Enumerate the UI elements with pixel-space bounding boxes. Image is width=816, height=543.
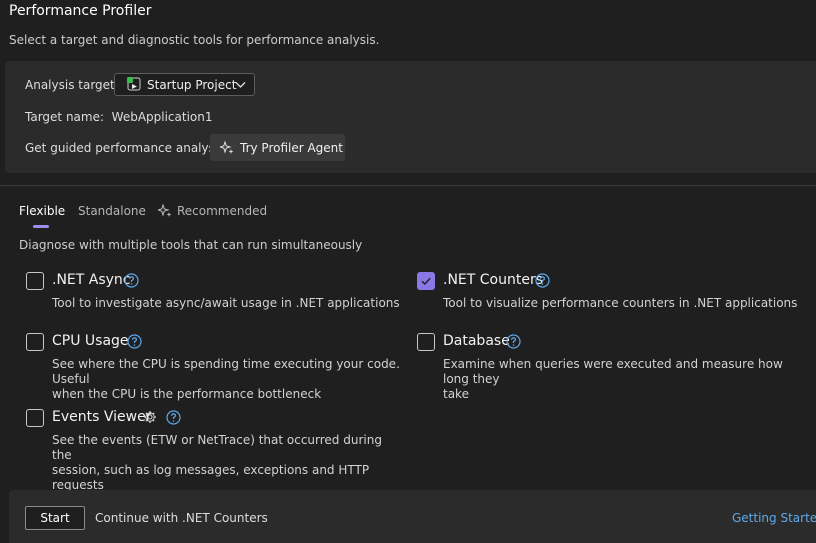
continue-text: Continue with .NET Counters: [95, 511, 268, 525]
tab-active-indicator: [33, 225, 49, 228]
startup-project-icon: [127, 76, 141, 90]
start-button[interactable]: Start: [25, 506, 85, 530]
checkmark-icon: [421, 277, 431, 286]
sparkle-icon: [158, 204, 172, 217]
net-counters-title: .NET Counters: [443, 272, 544, 288]
help-icon[interactable]: [124, 273, 139, 288]
help-icon[interactable]: [535, 273, 550, 288]
description-line: session, such as log messages, exception…: [52, 463, 370, 492]
description-line: Tool to investigate async/await usage in…: [52, 296, 400, 310]
description-line: when the CPU is the performance bottlene…: [52, 387, 322, 401]
database-title: Database: [443, 333, 510, 349]
getting-started-link[interactable]: Getting Started: [732, 511, 816, 525]
description-line: See the events (ETW or NetTrace) that oc…: [52, 433, 382, 462]
tab-recommended-label: Recommended: [177, 204, 268, 218]
sparkle-icon: [220, 140, 234, 154]
help-icon[interactable]: [127, 334, 142, 349]
events-viewer-title: Events Viewer: [52, 409, 152, 425]
analysis-target-dropdown[interactable]: Startup Project: [114, 73, 255, 96]
help-icon[interactable]: [166, 410, 181, 425]
target-name-row: Target name: WebApplication1: [25, 110, 213, 124]
page-subtitle: Select a target and diagnostic tools for…: [9, 33, 380, 47]
description-line: See where the CPU is spending time execu…: [52, 357, 400, 386]
tab-standalone[interactable]: Standalone: [78, 204, 146, 218]
description-line: Examine when queries were executed and m…: [443, 357, 783, 386]
events-viewer-description: See the events (ETW or NetTrace) that oc…: [52, 433, 404, 493]
cpu-usage-description: See where the CPU is spending time execu…: [52, 357, 404, 402]
database-description: Examine when queries were executed and m…: [443, 357, 808, 402]
page-title: Performance Profiler: [9, 3, 152, 19]
cpu-usage-checkbox[interactable]: [26, 333, 44, 351]
guided-analysis-label: Get guided performance analysis:: [25, 141, 229, 155]
net-counters-checkbox[interactable]: [417, 272, 435, 290]
database-checkbox[interactable]: [417, 333, 435, 351]
net-async-title: .NET Async: [52, 272, 131, 288]
target-name-value: WebApplication1: [111, 110, 213, 124]
target-name-label: Target name:: [25, 110, 105, 124]
cpu-usage-title: CPU Usage: [52, 333, 129, 349]
net-counters-description: Tool to visualize performance counters i…: [443, 296, 797, 311]
tab-description: Diagnose with multiple tools that can ru…: [19, 238, 363, 252]
try-profiler-agent-button[interactable]: Try Profiler Agent: [210, 134, 345, 161]
chevron-down-icon: [235, 82, 246, 88]
net-async-checkbox[interactable]: [26, 272, 44, 290]
analysis-target-label: Analysis target:: [25, 78, 119, 92]
net-async-description: Tool to investigate async/await usage in…: [52, 296, 400, 311]
gear-icon[interactable]: [143, 410, 157, 424]
tab-flexible[interactable]: Flexible: [19, 204, 65, 218]
section-divider: [0, 185, 816, 186]
try-profiler-agent-label: Try Profiler Agent: [240, 140, 343, 155]
description-line: Tool to visualize performance counters i…: [443, 296, 798, 310]
description-line: take: [443, 387, 469, 401]
analysis-target-value: Startup Project: [147, 77, 237, 92]
tab-recommended[interactable]: Recommended: [158, 204, 267, 218]
events-viewer-checkbox[interactable]: [26, 409, 44, 427]
help-icon[interactable]: [506, 334, 521, 349]
